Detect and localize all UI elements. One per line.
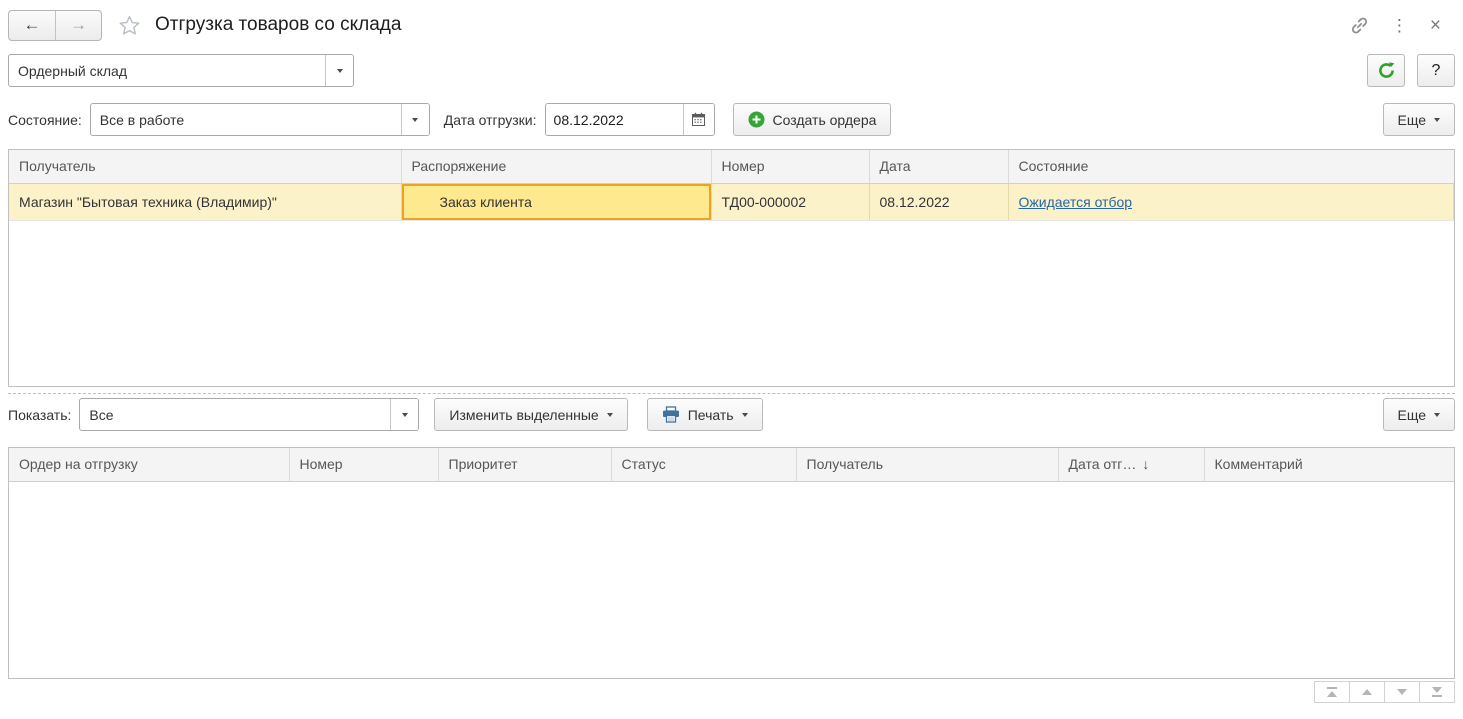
column-header-priority[interactable]: Приоритет <box>438 448 611 481</box>
ship-date-field <box>545 103 715 136</box>
refresh-button[interactable] <box>1367 54 1405 87</box>
orders-table-header: Получатель Распоряжение Номер Дата Состо… <box>9 150 1454 183</box>
filter-row: Состояние: Все в работе Дата отгрузки: С… <box>8 103 1455 136</box>
edit-selected-label: Изменить выделенные <box>449 407 598 423</box>
history-nav-group: ← → <box>8 10 102 41</box>
title-bar: ← → Отгрузка товаров со склада ⋮ × <box>8 8 1455 42</box>
scroll-up-icon <box>1362 689 1372 695</box>
more-actions-label: Еще <box>1398 112 1427 128</box>
form-shipment-from-warehouse: ← → Отгрузка товаров со склада ⋮ × Ордер… <box>0 0 1463 703</box>
create-orders-label: Создать ордера <box>773 112 877 128</box>
cell-status: Ожидается отбор <box>1008 183 1454 220</box>
chevron-down-icon <box>1434 118 1440 122</box>
sort-descending-icon: ↓ <box>1142 456 1149 472</box>
printer-icon <box>662 406 680 423</box>
ship-date-input[interactable] <box>546 104 683 135</box>
shipment-orders-table: Ордер на отгрузку Номер Приоритет Статус… <box>8 447 1455 679</box>
state-filter-select[interactable]: Все в работе <box>90 103 430 136</box>
column-header-number[interactable]: Номер <box>289 448 438 481</box>
state-filter-value: Все в работе <box>91 112 401 128</box>
scroll-down-button[interactable] <box>1384 681 1420 703</box>
print-label: Печать <box>688 407 734 423</box>
chevron-down-icon[interactable] <box>401 104 429 135</box>
create-orders-button[interactable]: Создать ордера <box>733 103 892 136</box>
close-icon[interactable]: × <box>1430 16 1441 35</box>
column-header-status[interactable]: Состояние <box>1008 150 1454 183</box>
chevron-down-icon[interactable] <box>390 399 418 430</box>
table-row: Магазин "Бытовая техника (Владимир)" Зак… <box>9 183 1454 220</box>
shipment-table-header: Ордер на отгрузку Номер Приоритет Статус… <box>9 448 1454 481</box>
cell-order-selected[interactable]: Заказ клиента <box>401 183 711 220</box>
scroll-up-button[interactable] <box>1349 681 1385 703</box>
favorite-star-icon[interactable] <box>118 14 141 37</box>
column-header-recipient[interactable]: Получатель <box>9 150 401 183</box>
plus-circle-icon <box>748 111 765 128</box>
help-button[interactable]: ? <box>1417 54 1455 87</box>
column-header-shipment-order[interactable]: Ордер на отгрузку <box>9 448 289 481</box>
warehouse-select[interactable]: Ордерный склад <box>8 54 354 87</box>
show-filter-select[interactable]: Все <box>79 398 419 431</box>
more-actions-button-top[interactable]: Еще <box>1383 103 1456 136</box>
column-header-date[interactable]: Дата <box>869 150 1008 183</box>
scroll-to-bottom-button[interactable] <box>1419 681 1455 703</box>
scroll-bottom-icon <box>1432 687 1442 693</box>
calendar-icon[interactable] <box>683 104 714 135</box>
chevron-down-icon <box>607 413 613 417</box>
forward-arrow-icon: → <box>70 15 87 35</box>
scroll-nav-row <box>8 681 1455 703</box>
get-link-icon[interactable] <box>1350 16 1369 35</box>
cell-date[interactable]: 08.12.2022 <box>869 183 1008 220</box>
actions-row: Показать: Все Изменить выделенные Печать… <box>8 398 1455 431</box>
column-header-recipient[interactable]: Получатель <box>796 448 1058 481</box>
ship-date-column-label: Дата отг… <box>1069 456 1137 472</box>
more-actions-label: Еще <box>1398 407 1427 423</box>
print-button[interactable]: Печать <box>647 398 763 431</box>
scroll-top-icon <box>1327 691 1337 697</box>
chevron-down-icon <box>742 413 748 417</box>
orders-table: Получатель Распоряжение Номер Дата Состо… <box>8 149 1455 387</box>
show-filter-value: Все <box>80 407 390 423</box>
show-filter-label: Показать: <box>8 407 71 423</box>
column-header-status[interactable]: Статус <box>611 448 796 481</box>
scroll-to-top-button[interactable] <box>1314 681 1350 703</box>
ship-date-label: Дата отгрузки: <box>444 112 537 128</box>
column-header-comment[interactable]: Комментарий <box>1204 448 1454 481</box>
edit-selected-button[interactable]: Изменить выделенные <box>434 398 627 431</box>
back-button[interactable]: ← <box>9 11 55 40</box>
more-actions-button-bottom[interactable]: Еще <box>1383 398 1456 431</box>
forward-button[interactable]: → <box>55 11 101 40</box>
chevron-down-icon <box>1434 413 1440 417</box>
column-header-ship-date[interactable]: Дата отг… ↓ <box>1058 448 1204 481</box>
more-menu-icon[interactable]: ⋮ <box>1391 17 1408 34</box>
warehouse-select-value: Ордерный склад <box>9 63 325 79</box>
column-header-number[interactable]: Номер <box>711 150 869 183</box>
scroll-down-icon <box>1397 689 1407 695</box>
back-arrow-icon: ← <box>24 15 41 35</box>
column-header-order[interactable]: Распоряжение <box>401 150 711 183</box>
cell-recipient[interactable]: Магазин "Бытовая техника (Владимир)" <box>9 183 401 220</box>
warehouse-row: Ордерный склад ? <box>8 54 1455 87</box>
page-title: Отгрузка товаров со склада <box>155 14 401 36</box>
status-link[interactable]: Ожидается отбор <box>1019 194 1133 210</box>
state-filter-label: Состояние: <box>8 112 82 128</box>
refresh-icon <box>1377 61 1396 80</box>
splitter[interactable] <box>8 393 1455 394</box>
chevron-down-icon[interactable] <box>325 55 353 86</box>
cell-number[interactable]: ТД00-000002 <box>711 183 869 220</box>
